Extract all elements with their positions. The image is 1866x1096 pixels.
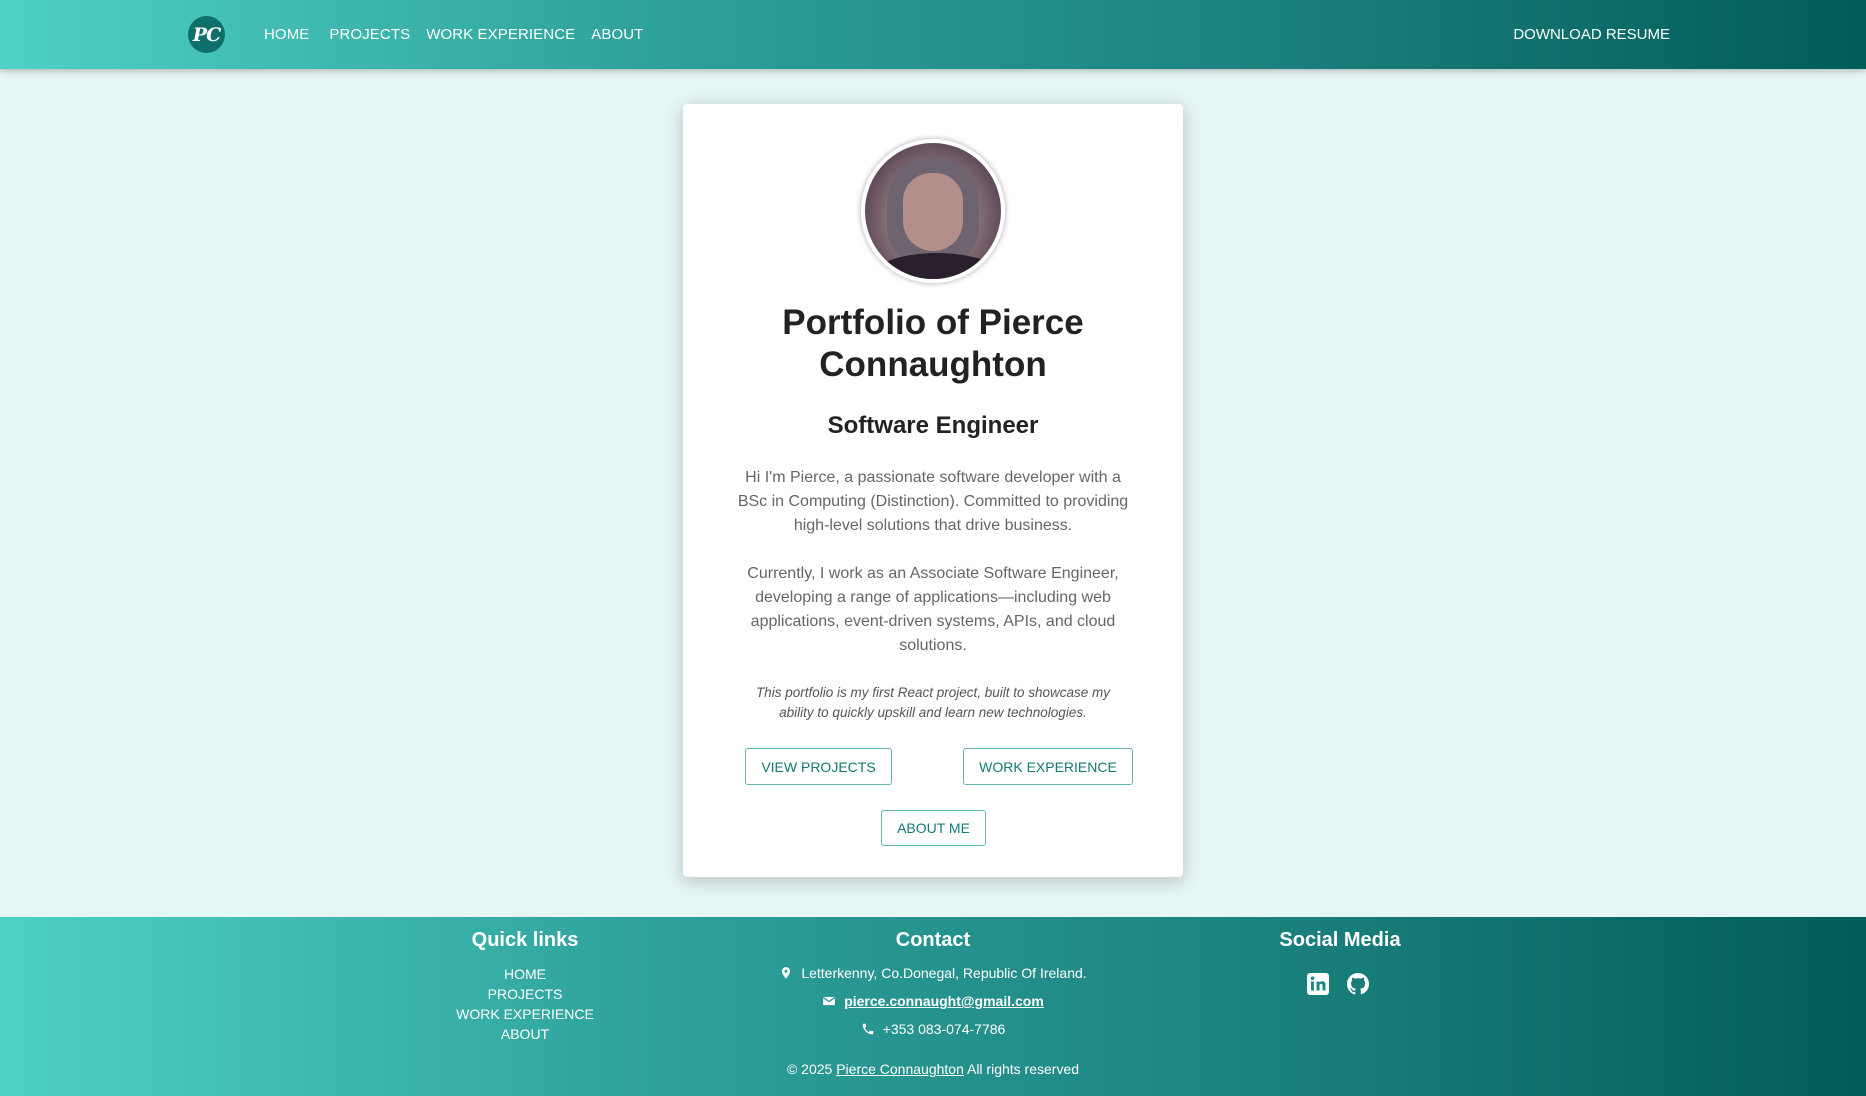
contact-address: Letterkenny, Co.Donegal, Republic Of Ire… — [680, 965, 1186, 981]
quick-links-list: HOME PROJECTS WORK EXPERIENCE ABOUT — [425, 964, 625, 1044]
copyright: © 2025 Pierce Connaughton All rights res… — [680, 1061, 1186, 1077]
location-pin-icon — [782, 967, 791, 979]
hero-card: Portfolio of Pierce Connaughton Software… — [683, 104, 1183, 877]
nav-link-about[interactable]: ABOUT — [591, 26, 643, 43]
nav-link-home[interactable]: HOME — [264, 26, 309, 43]
copyright-prefix: © 2025 — [786, 1061, 833, 1077]
footer-link-about[interactable]: ABOUT — [425, 1024, 625, 1044]
envelope-icon — [823, 996, 836, 1006]
nav-link-projects[interactable]: PROJECTS — [329, 26, 410, 43]
nav-link-work-experience[interactable]: WORK EXPERIENCE — [426, 26, 575, 43]
page-title: Portfolio of Pierce Connaughton — [782, 303, 1084, 384]
work-experience-button[interactable]: WORK EXPERIENCE — [963, 748, 1133, 785]
view-projects-button[interactable]: VIEW PROJECTS — [745, 748, 892, 785]
phone-icon — [862, 1023, 873, 1035]
copyright-name-link[interactable]: Pierce Connaughton — [836, 1061, 964, 1077]
avatar — [861, 139, 1005, 283]
footer-link-projects[interactable]: PROJECTS — [425, 984, 625, 1004]
about-me-button[interactable]: ABOUT ME — [881, 810, 986, 846]
footer-link-work-experience[interactable]: WORK EXPERIENCE — [425, 1004, 625, 1024]
current-role-paragraph: Currently, I work as an Associate Softwa… — [747, 565, 1119, 654]
intro-paragraph: Hi I'm Pierce, a passionate software dev… — [737, 469, 1129, 534]
footer-link-home[interactable]: HOME — [425, 964, 625, 984]
contact-email: pierce.connaught@gmail.com — [680, 993, 1186, 1009]
email-link[interactable]: pierce.connaught@gmail.com — [844, 993, 1044, 1009]
contact-title: Contact — [895, 929, 971, 951]
quick-links-title: Quick links — [471, 929, 579, 951]
social-links — [1306, 972, 1370, 996]
copyright-suffix: All rights reserved — [966, 1061, 1080, 1077]
social-media-title: Social Media — [1279, 929, 1401, 951]
github-icon[interactable] — [1346, 972, 1370, 996]
contact-phone: +353 083-074-7786 — [680, 1021, 1186, 1037]
job-title: Software Engineer — [827, 412, 1039, 439]
avatar-face — [903, 173, 963, 251]
logo-icon[interactable]: PC — [188, 16, 225, 53]
footer: Quick links HOME PROJECTS WORK EXPERIENC… — [0, 917, 1866, 1096]
navbar: PC HOME PROJECTS WORK EXPERIENCE ABOUT D… — [0, 0, 1866, 69]
download-resume-link[interactable]: DOWNLOAD RESUME — [1513, 0, 1670, 69]
phone-text: +353 083-074-7786 — [882, 1021, 1006, 1037]
linkedin-icon[interactable] — [1306, 972, 1330, 996]
address-text: Letterkenny, Co.Donegal, Republic Of Ire… — [801, 965, 1087, 981]
nav-links: HOME PROJECTS WORK EXPERIENCE ABOUT — [264, 0, 663, 69]
portfolio-note: This portfolio is my first React project… — [755, 685, 1111, 720]
avatar-shoulders — [865, 253, 1001, 279]
